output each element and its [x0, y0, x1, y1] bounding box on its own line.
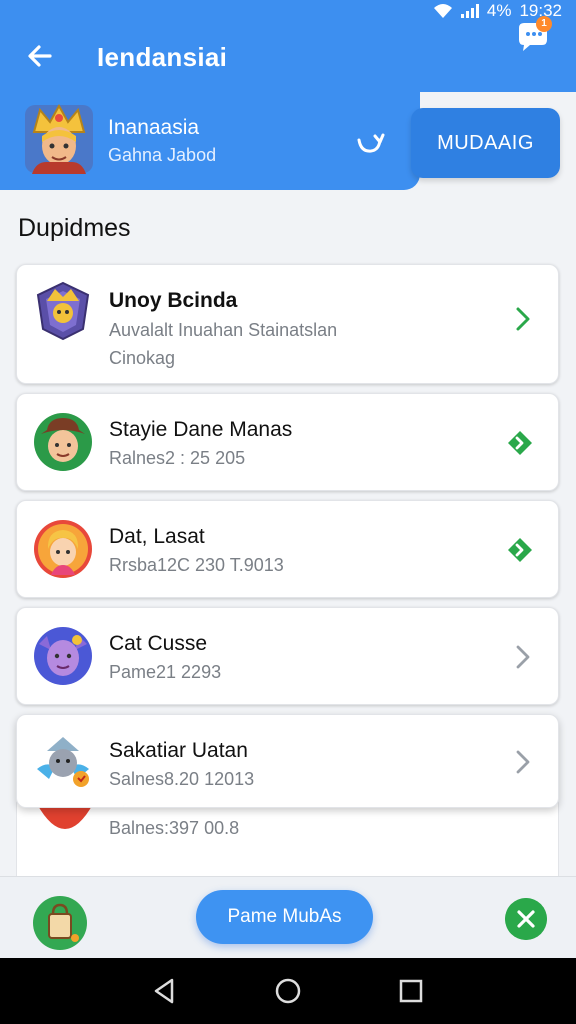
item-subtitle: Balnes:397 00.8	[109, 818, 240, 838]
back-arrow-icon[interactable]	[24, 40, 56, 72]
item-subtitle: Ralnes2 : 25 205	[109, 448, 246, 468]
item-subtitle: Auvalalt Inuahan Stainatslan	[109, 320, 338, 340]
app-title: Iendansiai	[97, 42, 228, 72]
circle-chevron-right-icon[interactable]	[506, 429, 534, 457]
chevron-right-icon[interactable]	[512, 643, 534, 671]
warrior-avatar-icon	[25, 103, 93, 174]
list-item[interactable]: Stayie Dane Manas Ralnes2 : 25 205	[16, 393, 559, 491]
list-item[interactable]: Cat Cusse Pame21 2293	[16, 607, 559, 705]
chevron-right-icon[interactable]	[512, 748, 534, 776]
home-nav-icon[interactable]	[273, 976, 303, 1006]
cowboy-avatar-icon	[34, 413, 92, 471]
primary-pill-button[interactable]: Pame MubAs	[196, 890, 373, 944]
recents-nav-icon[interactable]	[396, 976, 426, 1006]
item-title: Unoy Bcinda	[109, 289, 238, 312]
chat-badge: 1	[536, 16, 552, 32]
purple-elf-avatar-icon	[34, 627, 92, 685]
wifi-icon	[433, 4, 452, 18]
circle-chevron-right-icon[interactable]	[506, 536, 534, 564]
hero-action-button[interactable]: MUDAAIG	[411, 108, 560, 178]
item-title: Cat Cusse	[109, 632, 208, 655]
back-nav-icon[interactable]	[150, 976, 180, 1006]
item-subtitle: Salnes8.20 12013	[109, 769, 255, 789]
status-bar: 4% 19:32	[0, 0, 576, 22]
app-bar: Iendansiai	[0, 22, 576, 92]
hero-name: Inanaasia	[108, 116, 200, 139]
battery-text: 4%	[486, 1, 512, 20]
list-item[interactable]: Dat, Lasat Rrsba12C 230 T.9013	[16, 500, 559, 598]
chevron-right-icon[interactable]	[512, 305, 534, 333]
item-title: Sakatiar Uatan	[109, 739, 248, 762]
hero-subtitle: Gahna Jabod	[108, 145, 217, 165]
refresh-icon[interactable]	[353, 130, 385, 156]
shield-emblem-avatar-icon	[36, 281, 90, 341]
item-subtitle: Rrsba12C 230 T.9013	[109, 555, 284, 575]
signal-icon	[460, 4, 479, 18]
list-item[interactable]: Unoy Bcinda Auvalalt Inuahan Stainatslan…	[16, 264, 559, 384]
item-subtitle: Pame21 2293	[109, 662, 222, 682]
item-subtitle-2: Cinokag	[109, 348, 176, 368]
shop-bag-icon[interactable]	[32, 895, 88, 951]
red-avatar-icon	[37, 804, 93, 829]
item-title: Stayie Dane Manas	[109, 418, 293, 441]
item-title: Dat, Lasat	[109, 525, 205, 548]
close-icon[interactable]	[505, 898, 547, 940]
list-item[interactable]: Sakatiar Uatan Salnes8.20 12013	[16, 714, 559, 808]
viking-avatar-icon	[37, 737, 89, 787]
section-title: Dupidmes	[18, 214, 131, 242]
blonde-avatar-icon	[34, 520, 92, 578]
